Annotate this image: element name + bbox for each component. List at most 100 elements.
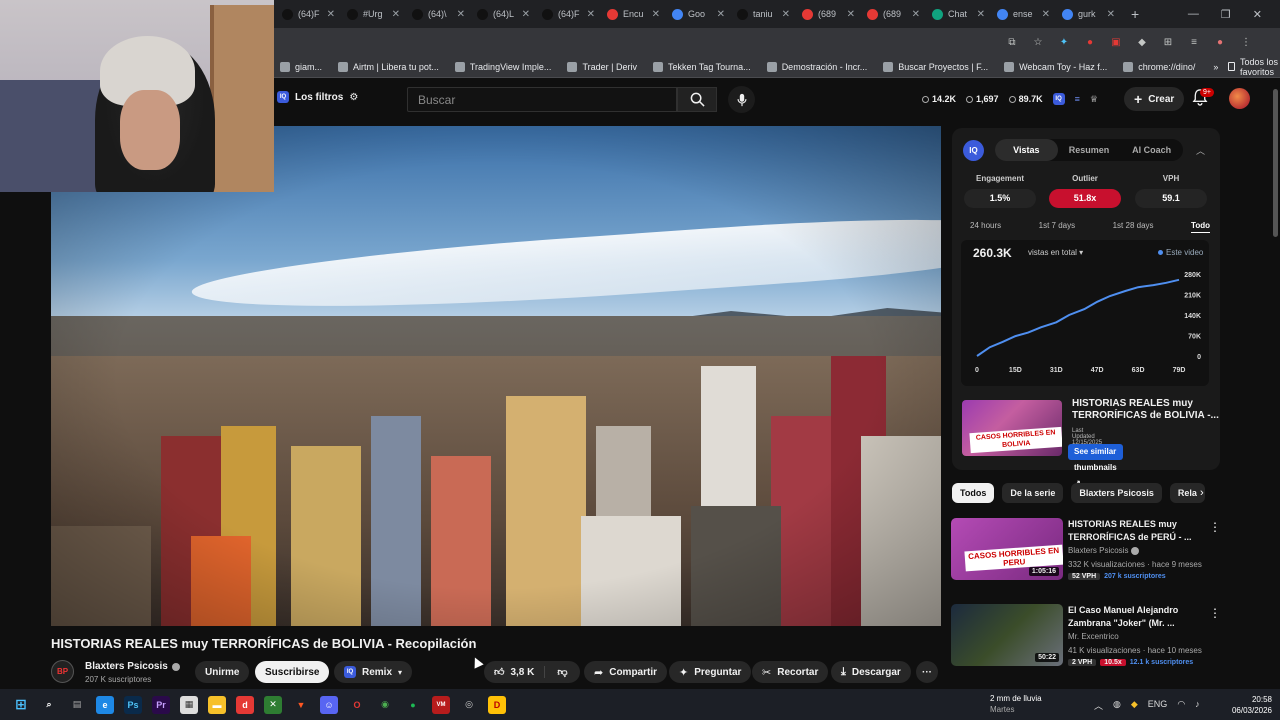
browser-tab[interactable]: Chat ✕ [926,0,991,28]
bookmark-item[interactable]: giam... [272,61,330,72]
chevron-up-icon[interactable]: ︿ [1196,144,1205,157]
subscribe-button[interactable]: Suscribirse [255,661,330,683]
browser-tab[interactable]: (64)F ✕ [536,0,601,28]
opera-icon[interactable]: O [348,696,366,714]
more-actions-button[interactable]: ··· [916,661,938,683]
file-explorer-icon[interactable]: ▬ [208,695,226,714]
app-tray-icon[interactable]: ◆ [1131,699,1138,712]
bookmark-item[interactable]: Tekken Tag Tourna... [645,61,759,72]
bookmark-item[interactable]: Webcam Toy - Haz f... [996,61,1115,72]
deriv-icon[interactable]: d [236,695,254,714]
close-tab-icon[interactable]: ✕ [912,9,920,20]
filters-button[interactable]: IQ Los filtros ⚙ [277,91,358,103]
bookmark-item[interactable]: chrome://dino/ [1115,61,1203,72]
avatar[interactable] [1229,88,1250,109]
browser-tab[interactable]: (689 ✕ [861,0,926,28]
close-tab-icon[interactable]: ✕ [522,9,530,20]
close-tab-icon[interactable]: ✕ [457,9,465,20]
like-button[interactable]: 👍︎ 3,8 K [484,666,546,678]
clip-button[interactable]: ✂ Recortar [752,661,829,683]
chip-channel[interactable]: Blaxters Psicosis [1071,483,1162,503]
close-tab-icon[interactable]: ✕ [1107,9,1115,20]
chip-de-la-serie[interactable]: De la serie [1002,483,1064,503]
bookmarks-overflow-button[interactable]: » [1203,62,1228,72]
xbox-icon[interactable]: ✕ [264,695,282,714]
more-options-icon[interactable]: ⋮ [1209,606,1221,620]
close-tab-icon[interactable]: ✕ [717,9,725,20]
brave-icon[interactable]: ▼ [292,696,310,714]
voice-search-button[interactable] [728,86,755,113]
join-button[interactable]: Unirme [195,661,250,683]
browser-tab[interactable]: gurk ✕ [1056,0,1121,28]
task-view-icon[interactable]: ▤ [68,696,86,714]
channel-name[interactable]: Blaxters Psicosis [85,661,180,672]
tray-overflow-icon[interactable]: ︿ [1094,699,1103,712]
bookmark-item[interactable]: TradingView Imple... [447,61,560,72]
close-tab-icon[interactable]: ✕ [587,9,595,20]
clock[interactable]: 20:58 06/03/2026 [1228,694,1272,716]
all-bookmarks-folder[interactable]: Todos los favoritos [1228,57,1280,77]
menu-kebab-icon[interactable]: ⋮ [1240,36,1252,48]
vidiq-icon[interactable]: IQ [1052,93,1065,105]
browser-tab[interactable]: (689 ✕ [796,0,861,28]
bookmark-item[interactable]: Demostración - Incr... [759,61,876,72]
browser-tab[interactable]: taniu ✕ [731,0,796,28]
video-thumbnail[interactable]: 50:22 [951,604,1063,666]
close-tab-icon[interactable]: ✕ [782,9,790,20]
extension-icon[interactable]: ◆ [1136,36,1148,48]
search-input[interactable]: Buscar [407,87,677,112]
search-icon[interactable]: ⌕ [40,696,58,714]
extension-icon[interactable]: ✦ [1058,36,1070,48]
scrollbar-thumb[interactable] [1273,89,1278,237]
tab-vistas[interactable]: Vistas [995,139,1058,161]
browser-tab[interactable]: Encu ✕ [601,0,666,28]
browser-tab[interactable]: Goo ✕ [666,0,731,28]
spotify-icon[interactable]: ● [404,696,422,714]
extension-icon[interactable]: ▣ [1110,36,1122,48]
close-tab-icon[interactable]: ✕ [392,9,400,20]
video-thumbnail[interactable]: CASOS HORRIBLES EN BOLIVIA [962,400,1062,456]
remix-button[interactable]: IQ Remix ▾ [334,661,413,683]
app-icon[interactable]: D [488,695,506,714]
close-tab-icon[interactable]: ✕ [1042,9,1050,20]
edge-icon[interactable]: e [96,695,114,714]
calculator-icon[interactable]: ▦ [180,695,198,714]
bookmark-item[interactable]: Airtm | Libera tu pot... [330,61,447,72]
video-thumbnail[interactable]: CASOS HORRIBLES EN PERU 1:05:16 [951,518,1063,580]
photoshop-icon[interactable]: Ps [124,695,142,714]
browser-tab[interactable]: (64)L ✕ [471,0,536,28]
minimize-button[interactable]: — [1188,8,1199,21]
speaker-icon[interactable]: ♪ [1195,699,1200,712]
windows-start-icon[interactable]: ⊞ [12,696,30,714]
close-tab-icon[interactable]: ✕ [977,9,985,20]
range-28d[interactable]: 1st 28 days [1113,221,1154,233]
share-button[interactable]: ➦ Compartir [584,661,668,683]
close-tab-icon[interactable]: ✕ [847,9,855,20]
close-tab-icon[interactable]: ✕ [327,9,335,20]
channel-avatar[interactable]: BP [51,660,74,683]
trophy-icon[interactable]: ♕ [1090,94,1098,105]
maximize-button[interactable]: ❐ [1221,8,1231,21]
list-item[interactable]: CASOS HORRIBLES EN PERU 1:05:16 HISTORIA… [951,518,1226,586]
dislike-button[interactable]: 👎︎ [545,666,579,678]
volume-icon[interactable]: ◍ [1113,699,1121,712]
list-icon[interactable]: ≡ [1075,94,1080,104]
see-similar-thumbnails-button[interactable]: See similar thumbnails ↗ [1068,444,1123,488]
chevron-right-icon[interactable]: › [1200,487,1204,499]
page-scrollbar[interactable] [1271,79,1280,689]
ask-button[interactable]: ✦ Preguntar [669,661,752,683]
browser-tab[interactable]: #Urg ✕ [341,0,406,28]
range-all[interactable]: Todo [1191,221,1210,233]
voice-meeter-icon[interactable]: VM [432,695,450,714]
browser-tab[interactable]: (64)F ✕ [276,0,341,28]
list-item[interactable]: 50:22 El Caso Manuel Alejandro Zambrana … [951,604,1226,672]
weather-widget[interactable]: 2 mm de lluvia Martes [990,693,1042,715]
bookmark-item[interactable]: Buscar Proyectos | F... [875,61,996,72]
close-window-button[interactable]: ✕ [1253,8,1262,21]
browser-tab[interactable]: ense ✕ [991,0,1056,28]
chip-todos[interactable]: Todos [952,483,995,503]
premiere-icon[interactable]: Pr [152,695,170,714]
wifi-icon[interactable]: ◠ [1177,699,1185,712]
download-button[interactable]: ⤓ Descargar [831,661,911,683]
chrome-icon[interactable]: ◉ [376,696,394,714]
